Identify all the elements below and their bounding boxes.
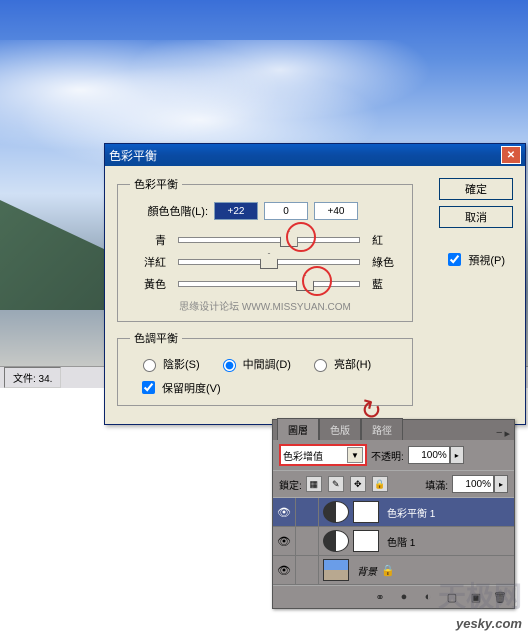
lock-transparency-icon[interactable]: ▦ bbox=[306, 476, 322, 492]
lock-icon: 🔒 bbox=[381, 564, 403, 577]
blue-label: 藍 bbox=[372, 276, 400, 292]
lock-label: 鎖定: bbox=[279, 477, 302, 492]
magenta-label: 洋紅 bbox=[130, 254, 166, 270]
link-layers-icon[interactable]: ⚭ bbox=[372, 590, 388, 604]
menu-icon[interactable]: ▸ bbox=[504, 427, 510, 440]
preserve-luminosity-checkbox[interactable]: 保留明度(V) bbox=[138, 378, 400, 397]
mask-thumb-icon bbox=[353, 530, 379, 552]
lock-brush-icon[interactable]: ✎ bbox=[328, 476, 344, 492]
fx-icon[interactable]: ● bbox=[396, 590, 412, 604]
opacity-label: 不透明: bbox=[371, 448, 404, 463]
magenta-green-slider[interactable] bbox=[178, 259, 360, 265]
layer-name[interactable]: 色階 1 bbox=[383, 534, 415, 549]
mask-thumb-icon bbox=[353, 501, 379, 523]
yesky-watermark: yesky.com bbox=[456, 616, 522, 631]
cyan-red-slider[interactable] bbox=[178, 237, 360, 243]
fill-label: 填滿: bbox=[425, 477, 448, 492]
visibility-icon[interactable]: 👁 bbox=[273, 556, 296, 584]
level-input-1[interactable] bbox=[214, 202, 258, 220]
fill-arrow-icon[interactable]: ▸ bbox=[494, 475, 508, 493]
visibility-icon[interactable]: 👁 bbox=[273, 498, 296, 526]
radio-highlights[interactable]: 亮部(H) bbox=[309, 356, 371, 372]
preview-check-input[interactable] bbox=[448, 253, 461, 266]
link-icon[interactable] bbox=[296, 498, 319, 526]
tab-channels[interactable]: 色版 bbox=[319, 418, 361, 440]
adjustment-thumb-icon bbox=[323, 530, 349, 552]
tone-legend: 色調平衡 bbox=[130, 330, 182, 346]
color-balance-dialog: 色彩平衡 ✕ 確定 取消 預視(P) 色彩平衡 顏色色階(L): 青 紅 bbox=[104, 143, 526, 425]
yellow-label: 黃色 bbox=[130, 276, 166, 292]
tab-layers[interactable]: 圖層 bbox=[277, 418, 319, 440]
mask-icon[interactable]: ◐ bbox=[420, 590, 436, 604]
layer-thumb-icon bbox=[323, 559, 349, 581]
layer-row[interactable]: 👁 色彩平衡 1 bbox=[273, 498, 514, 527]
ok-button[interactable]: 確定 bbox=[439, 178, 513, 200]
opacity-arrow-icon[interactable]: ▸ bbox=[450, 446, 464, 464]
chevron-down-icon[interactable]: ▼ bbox=[347, 447, 363, 463]
close-icon[interactable]: ✕ bbox=[501, 146, 521, 164]
lock-move-icon[interactable]: ✥ bbox=[350, 476, 366, 492]
layer-name[interactable]: 色彩平衡 1 bbox=[383, 505, 435, 520]
level-input-3[interactable] bbox=[314, 202, 358, 220]
minimize-icon[interactable]: − bbox=[496, 427, 502, 440]
status-file: 文件: 34. bbox=[4, 367, 61, 388]
yellow-blue-slider[interactable] bbox=[178, 281, 360, 287]
tianji-watermark: 天极网 bbox=[438, 575, 522, 615]
layers-list: 👁 色彩平衡 1 👁 色階 1 👁 背景 🔒 bbox=[273, 498, 514, 585]
blend-mode-select[interactable]: 色彩增值 ▼ bbox=[279, 444, 367, 466]
visibility-icon[interactable]: 👁 bbox=[273, 527, 296, 555]
panel-tabs: 圖層 色版 路徑 − ▸ bbox=[273, 420, 514, 440]
color-balance-group: 色彩平衡 顏色色階(L): 青 紅 洋紅 綠色 黃色 藍 bbox=[117, 176, 413, 322]
lock-all-icon[interactable]: 🔒 bbox=[372, 476, 388, 492]
levels-label: 顏色色階(L): bbox=[130, 203, 208, 219]
cancel-button[interactable]: 取消 bbox=[439, 206, 513, 228]
preview-checkbox[interactable]: 預視(P) bbox=[444, 250, 505, 269]
adjustment-thumb-icon bbox=[323, 501, 349, 523]
group-legend: 色彩平衡 bbox=[130, 176, 182, 192]
cyan-label: 青 bbox=[130, 232, 166, 248]
radio-shadows[interactable]: 陰影(S) bbox=[138, 356, 200, 372]
level-input-2[interactable] bbox=[264, 202, 308, 220]
layer-row[interactable]: 👁 色階 1 bbox=[273, 527, 514, 556]
link-icon[interactable] bbox=[296, 556, 319, 584]
link-icon[interactable] bbox=[296, 527, 319, 555]
green-label: 綠色 bbox=[372, 254, 400, 270]
red-label: 紅 bbox=[372, 232, 400, 248]
dialog-titlebar[interactable]: 色彩平衡 ✕ bbox=[105, 144, 525, 166]
tab-paths[interactable]: 路徑 bbox=[361, 418, 403, 440]
dialog-title: 色彩平衡 bbox=[109, 147, 501, 164]
watermark-text: 思缘设计论坛 WWW.MISSYUAN.COM bbox=[130, 298, 400, 313]
opacity-input[interactable] bbox=[408, 446, 450, 464]
radio-midtones[interactable]: 中間調(D) bbox=[218, 356, 291, 372]
fill-input[interactable] bbox=[452, 475, 494, 493]
layer-name[interactable]: 背景 bbox=[353, 563, 377, 578]
